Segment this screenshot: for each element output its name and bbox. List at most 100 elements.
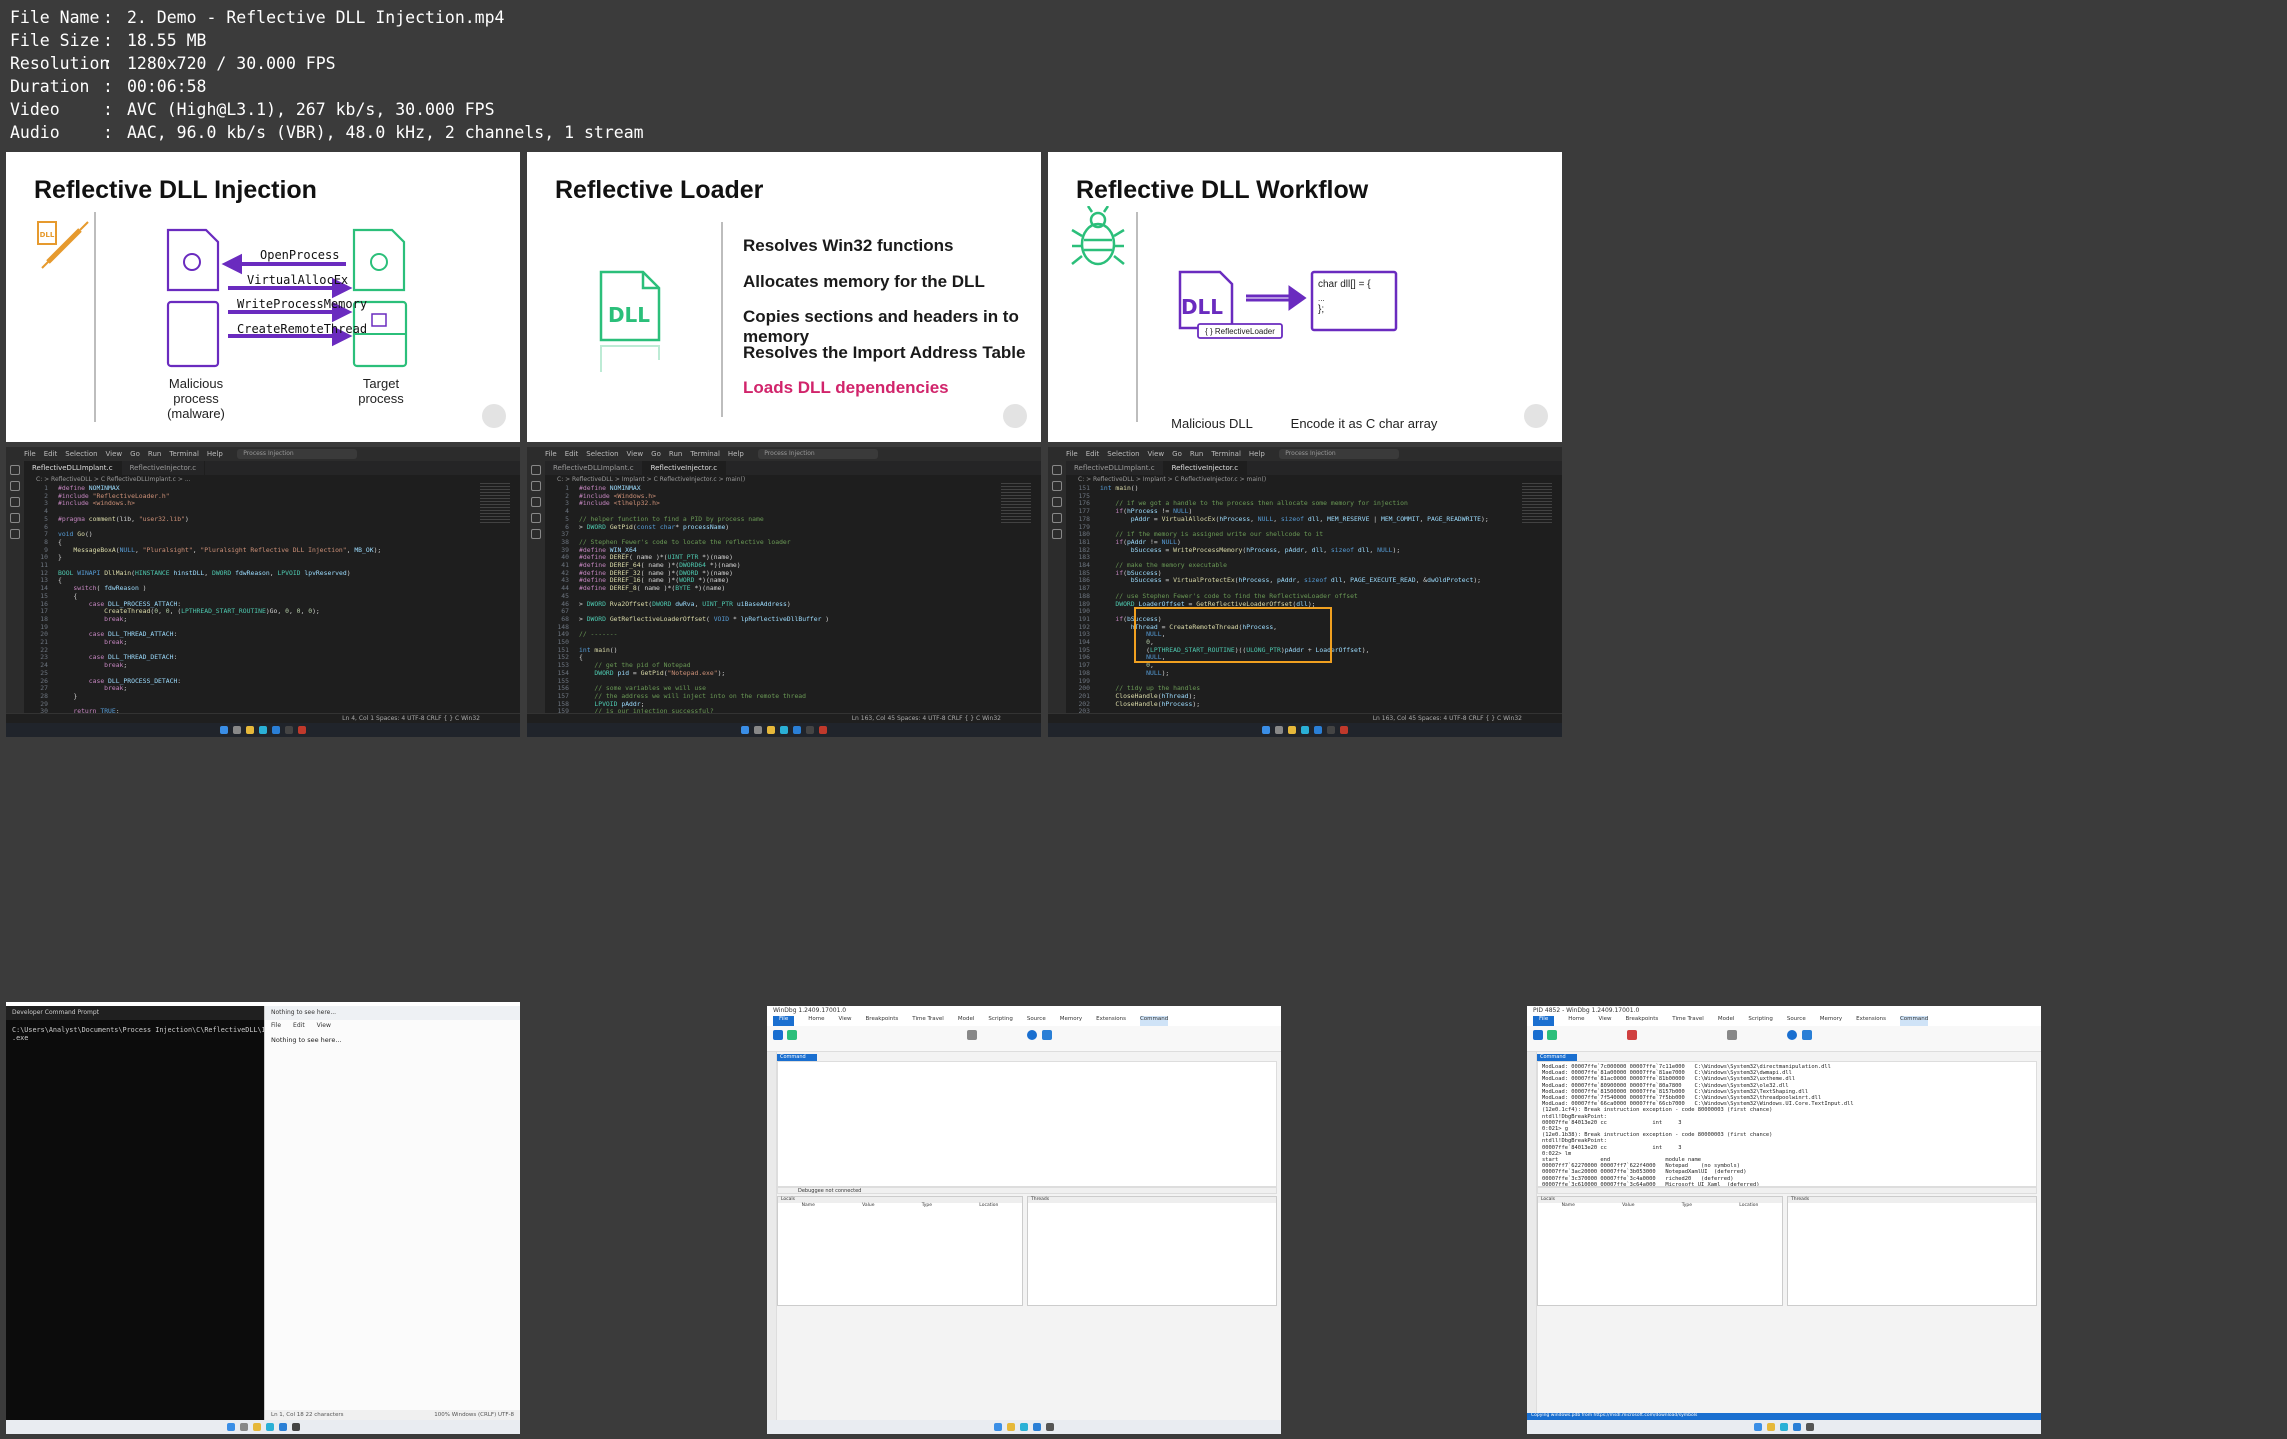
menu-source[interactable]: Source: [1027, 1016, 1046, 1026]
menu-breakpoints[interactable]: Breakpoints: [866, 1016, 899, 1026]
menu-selection[interactable]: Selection: [586, 450, 618, 458]
restart-icon[interactable]: [1627, 1030, 1637, 1040]
search-taskbar-icon[interactable]: [239, 1423, 248, 1431]
help-icon[interactable]: [1787, 1030, 1797, 1040]
search-taskbar-icon[interactable]: [754, 726, 762, 734]
start-icon[interactable]: [226, 1423, 235, 1431]
explorer-icon[interactable]: [10, 465, 20, 475]
command-input[interactable]: [1537, 1187, 2037, 1194]
menu-model[interactable]: Model: [958, 1016, 975, 1026]
menu-run[interactable]: Run: [669, 450, 682, 458]
menu-view[interactable]: View: [1598, 1016, 1611, 1026]
menu-terminal[interactable]: Terminal: [1211, 450, 1241, 458]
menu-selection[interactable]: Selection: [1107, 450, 1139, 458]
menu-run[interactable]: Run: [148, 450, 161, 458]
code-editor[interactable]: 1 #define NOMINMAX 2 #include "ReflectiveL…: [26, 484, 381, 724]
start-icon[interactable]: [741, 726, 749, 734]
menu-selection[interactable]: Selection: [65, 450, 97, 458]
code-editor[interactable]: 1 #define NOMINMAX 2 #include <Windows.h> …: [547, 484, 829, 737]
tab-reflectiveinjector[interactable]: ReflectiveInjector.c: [642, 461, 727, 475]
command-window[interactable]: [777, 1061, 1277, 1187]
terminal-taskbar-icon[interactable]: [1327, 726, 1335, 734]
menu-edit[interactable]: Edit: [44, 450, 58, 458]
menu-scripting[interactable]: Scripting: [988, 1016, 1012, 1026]
menu-view[interactable]: View: [106, 450, 123, 458]
explorer-taskbar-icon[interactable]: [246, 726, 254, 734]
run-debug-icon[interactable]: [10, 513, 20, 523]
menu-home[interactable]: Home: [808, 1016, 824, 1026]
menu-source[interactable]: Source: [1787, 1016, 1806, 1026]
source-control-icon[interactable]: [1052, 497, 1062, 507]
menu-help[interactable]: Help: [1249, 450, 1265, 458]
search-taskbar-icon[interactable]: [1275, 726, 1283, 734]
col-value[interactable]: Value: [862, 1203, 874, 1209]
menu-terminal[interactable]: Terminal: [690, 450, 720, 458]
explorer-taskbar-icon[interactable]: [1288, 726, 1296, 734]
break-icon[interactable]: [1533, 1030, 1543, 1040]
start-icon[interactable]: [1754, 1423, 1762, 1431]
edge-taskbar-icon[interactable]: [1020, 1423, 1028, 1431]
menu-view[interactable]: View: [838, 1016, 851, 1026]
notepad-text[interactable]: Nothing to see here...: [265, 1032, 520, 1048]
vscode-taskbar-icon[interactable]: [1314, 726, 1322, 734]
tab-reflectiveinjector[interactable]: ReflectiveInjector.c: [1163, 461, 1248, 475]
notepad-window[interactable]: Nothing to see here... File Edit View No…: [264, 1006, 520, 1420]
threads-pane[interactable]: Threads: [1787, 1196, 2037, 1306]
explorer-taskbar-icon[interactable]: [252, 1423, 261, 1431]
app-taskbar-icon[interactable]: [1340, 726, 1348, 734]
locals-pane[interactable]: Locals Name Value Type Location: [1537, 1196, 1783, 1306]
app-taskbar-icon[interactable]: [819, 726, 827, 734]
cmd-output[interactable]: C:\Users\Analyst\Documents\Process Injec…: [6, 1020, 368, 1048]
menu-go[interactable]: Go: [651, 450, 661, 458]
start-icon[interactable]: [994, 1423, 1002, 1431]
minimap[interactable]: [1522, 483, 1552, 523]
run-debug-icon[interactable]: [531, 513, 541, 523]
start-icon[interactable]: [1262, 726, 1270, 734]
menu-memory[interactable]: Memory: [1820, 1016, 1842, 1026]
menu-extensions[interactable]: Extensions: [1856, 1016, 1886, 1026]
tab-reflectivedllimplant[interactable]: ReflectiveDLLImplant.c: [545, 461, 643, 475]
explorer-taskbar-icon[interactable]: [767, 726, 775, 734]
explorer-icon[interactable]: [531, 465, 541, 475]
menu-go[interactable]: Go: [130, 450, 140, 458]
menu-edit[interactable]: Edit: [1086, 450, 1100, 458]
menu-run[interactable]: Run: [1190, 450, 1203, 458]
menu-extensions[interactable]: Extensions: [1096, 1016, 1126, 1026]
minimap[interactable]: [1001, 483, 1031, 523]
windbg-taskbar-icon[interactable]: [1806, 1423, 1814, 1431]
feedback-icon[interactable]: [1802, 1030, 1812, 1040]
menu-go[interactable]: Go: [1172, 450, 1182, 458]
explorer-taskbar-icon[interactable]: [1767, 1423, 1775, 1431]
go-icon[interactable]: [787, 1030, 797, 1040]
explorer-taskbar-icon[interactable]: [1007, 1423, 1015, 1431]
terminal-taskbar-icon[interactable]: [806, 726, 814, 734]
edge-taskbar-icon[interactable]: [265, 1423, 274, 1431]
vscode-taskbar-icon[interactable]: [793, 726, 801, 734]
menu-terminal[interactable]: Terminal: [169, 450, 199, 458]
menu-file[interactable]: File: [773, 1016, 795, 1026]
command-tab[interactable]: Command: [777, 1054, 817, 1061]
extensions-icon[interactable]: [531, 529, 541, 539]
extensions-icon[interactable]: [1052, 529, 1062, 539]
explorer-icon[interactable]: [1052, 465, 1062, 475]
terminal-taskbar-icon[interactable]: [285, 726, 293, 734]
search-icon[interactable]: [1052, 481, 1062, 491]
menu-breakpoints[interactable]: Breakpoints: [1626, 1016, 1659, 1026]
menu-file[interactable]: File: [545, 450, 557, 458]
start-icon[interactable]: [220, 726, 228, 734]
windbg-taskbar-icon[interactable]: [1046, 1423, 1054, 1431]
help-icon[interactable]: [1027, 1030, 1037, 1040]
vscode-taskbar-icon[interactable]: [1033, 1423, 1041, 1431]
edge-taskbar-icon[interactable]: [259, 726, 267, 734]
col-type[interactable]: Type: [922, 1203, 932, 1209]
settings-icon[interactable]: [967, 1030, 977, 1040]
menu-time-travel[interactable]: Time Travel: [1672, 1016, 1704, 1026]
locals-pane[interactable]: Locals Name Value Type Location: [777, 1196, 1023, 1306]
notepad-tab-title[interactable]: Nothing to see here...: [265, 1006, 520, 1020]
app-taskbar-icon[interactable]: [298, 726, 306, 734]
menu-memory[interactable]: Memory: [1060, 1016, 1082, 1026]
edge-taskbar-icon[interactable]: [1301, 726, 1309, 734]
feedback-icon[interactable]: [1042, 1030, 1052, 1040]
run-debug-icon[interactable]: [1052, 513, 1062, 523]
menu-scripting[interactable]: Scripting: [1748, 1016, 1772, 1026]
